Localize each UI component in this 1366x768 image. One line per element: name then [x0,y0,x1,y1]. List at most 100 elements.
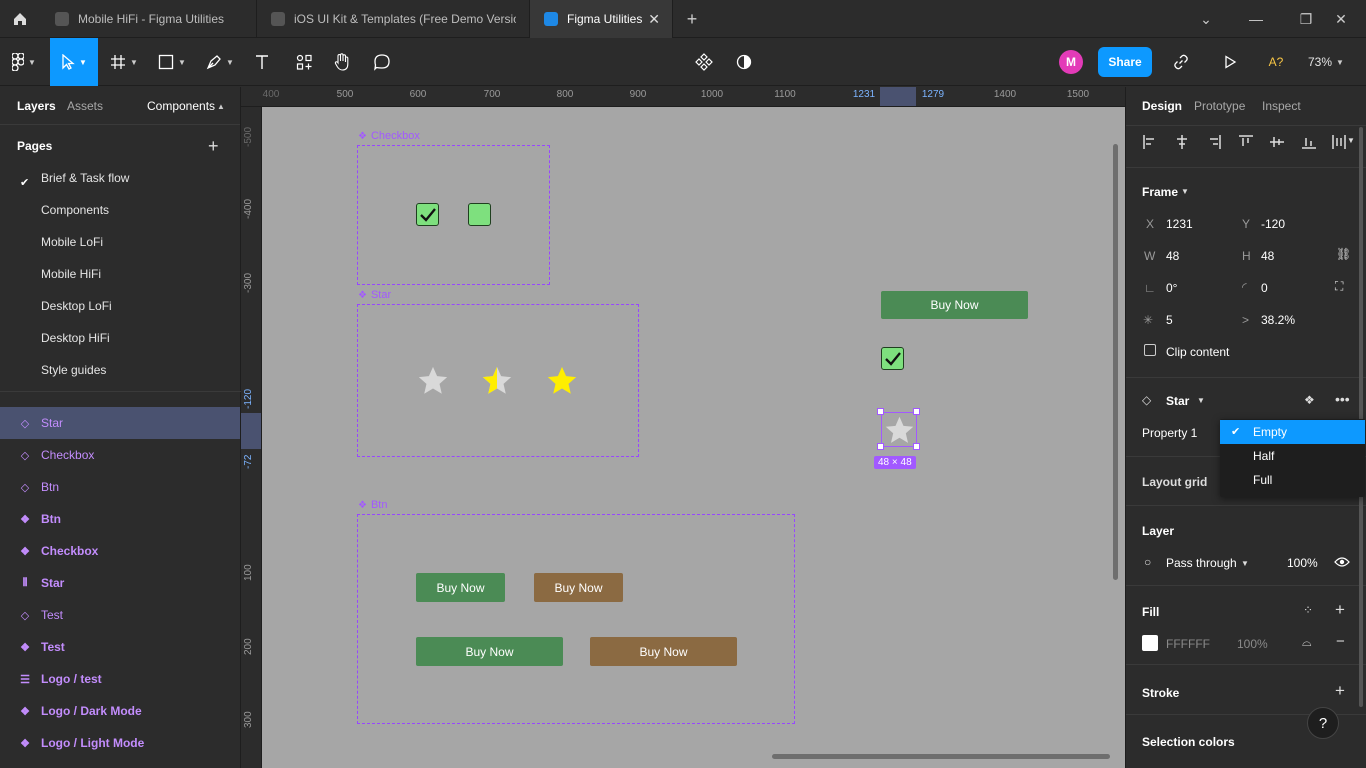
buy-now-button[interactable]: Buy Now [534,573,623,602]
checkbox-unchecked[interactable] [468,203,491,226]
pen-tool[interactable]: ▼ [198,38,242,86]
layer-item[interactable]: ❖ Logo / Light Mode [0,727,240,759]
minimize-button[interactable]: — [1231,0,1281,38]
selected-star-instance[interactable] [881,412,917,447]
align-center-horizontal-icon[interactable] [1174,134,1190,150]
constrain-proportions-icon[interactable]: ⛓ [1336,247,1351,261]
avatar[interactable]: M [1059,50,1083,74]
layer-item[interactable]: ◇ Star [0,407,240,439]
tab-design[interactable]: Design [1142,99,1182,113]
component-name[interactable]: Star [1166,394,1189,408]
mask-button[interactable] [730,38,758,86]
clip-content-checkbox[interactable] [1144,344,1156,356]
layer-item[interactable]: ❖ Test [0,631,240,663]
tab-figma-utilities[interactable]: Figma Utilities ✕ [530,0,673,38]
layer-item[interactable]: ☰ Logo / test [0,663,240,695]
tab-layers[interactable]: Layers [17,99,56,113]
layer-item[interactable]: ❖ Btn [0,503,240,535]
y-input[interactable]: -120 [1261,217,1285,231]
checkbox-component-set[interactable] [357,145,550,285]
canvas[interactable]: ❖ Checkbox ❖ Star ❖ Btn Buy Now Buy Now … [262,107,1125,768]
hand-tool[interactable] [328,38,356,86]
add-fill-button[interactable]: + [1335,600,1345,620]
align-bottom-icon[interactable] [1301,134,1317,150]
frame-tool[interactable]: ▼ [104,38,144,86]
home-button[interactable] [0,0,40,38]
tab-prototype[interactable]: Prototype [1194,99,1245,113]
blend-mode-select[interactable]: Pass through [1166,556,1237,570]
align-center-vertical-icon[interactable] [1269,134,1285,150]
align-top-icon[interactable] [1238,134,1254,150]
present-button[interactable] [1216,38,1244,86]
style-grid-icon[interactable]: ⁘ [1303,603,1313,617]
btn-component-set[interactable]: Buy Now Buy Now Buy Now Buy Now [357,514,795,724]
layer-opacity-input[interactable]: 100% [1287,556,1318,570]
share-button[interactable]: Share [1098,47,1152,77]
width-input[interactable]: 48 [1166,249,1179,263]
copy-link-button[interactable] [1167,38,1195,86]
align-right-icon[interactable] [1206,134,1222,150]
chevron-down-icon[interactable]: ▼ [1181,187,1189,196]
new-tab-button[interactable]: + [672,0,712,38]
layer-item[interactable]: ◇ Test [0,599,240,631]
dropdown-option-half[interactable]: Half [1220,444,1365,468]
chevron-down-icon[interactable]: ▼ [1347,136,1355,145]
more-icon[interactable]: ••• [1335,391,1350,407]
resize-handle[interactable] [877,443,884,450]
vertical-scrollbar[interactable] [1113,144,1118,580]
align-left-icon[interactable] [1142,134,1158,150]
resize-handle[interactable] [877,408,884,415]
comment-tool[interactable] [368,38,396,86]
star-component-set[interactable] [357,304,639,457]
eye-closed-icon[interactable]: ⌓ [1302,635,1312,650]
window-close-button[interactable]: ✕ [1316,0,1366,38]
buy-now-button[interactable]: Buy Now [590,637,737,666]
rotation-input[interactable]: 0° [1166,281,1177,295]
layer-item[interactable]: ❖ Logo / Dark Mode [0,695,240,727]
star-half-icon[interactable] [480,364,514,398]
right-panel-scrollbar[interactable] [1359,127,1363,707]
chevron-up-icon[interactable]: ▲ [217,102,225,111]
frame-label-checkbox[interactable]: ❖ Checkbox [358,130,420,142]
star-full-icon[interactable] [545,364,579,398]
tabs-menu-button[interactable]: ⌄ [1181,0,1231,38]
checkbox-checked[interactable] [416,203,439,226]
star-ratio-input[interactable]: 38.2% [1261,313,1295,327]
buy-now-button[interactable]: Buy Now [416,637,563,666]
frame-label-btn[interactable]: ❖ Btn [358,499,387,511]
layer-item[interactable]: ⦀ Star [0,567,240,599]
page-item[interactable]: Brief & Task flow [41,171,129,185]
corner-radius-input[interactable]: 0 [1261,281,1268,295]
layer-item[interactable]: ◇ Checkbox [0,439,240,471]
star-empty-icon[interactable] [416,364,450,398]
buy-now-button[interactable]: Buy Now [881,291,1028,319]
layer-item[interactable]: ❖ Checkbox [0,535,240,567]
page-item[interactable]: Mobile HiFi [41,267,101,281]
x-input[interactable]: 1231 [1166,217,1193,231]
distribute-icon[interactable] [1331,134,1347,150]
fill-color-swatch[interactable] [1142,635,1158,651]
help-button[interactable]: ? [1307,707,1339,739]
horizontal-scrollbar[interactable] [772,754,1110,759]
frame-label-star[interactable]: ❖ Star [358,289,391,301]
missing-fonts-button[interactable]: A? [1262,38,1290,86]
fill-hex-input[interactable]: FFFFFF [1166,637,1210,651]
tab-ios-ui-kit[interactable]: iOS UI Kit & Templates (Free Demo Versio… [257,0,530,38]
chevron-down-icon[interactable]: ▼ [1197,396,1205,405]
zoom-menu[interactable]: 73% ▼ [1308,38,1344,86]
main-menu-button[interactable]: ▼ [0,38,48,86]
star-points-input[interactable]: 5 [1166,313,1173,327]
chevron-down-icon[interactable]: ▼ [1241,559,1249,568]
shape-tool[interactable]: ▼ [152,38,192,86]
independent-corners-icon[interactable]: ⛶ [1335,279,1343,294]
resources-tool[interactable] [290,38,318,86]
page-item-current[interactable]: Components [41,203,109,217]
move-tool[interactable]: ▼ [50,38,98,86]
resize-handle[interactable] [913,408,920,415]
height-input[interactable]: 48 [1261,249,1274,263]
buy-now-button[interactable]: Buy Now [416,573,505,602]
frame-section-title[interactable]: Frame [1142,185,1178,199]
tab-mobile-hifi[interactable]: Mobile HiFi - Figma Utilities [41,0,257,38]
dropdown-option-empty[interactable]: ✔ Empty [1220,420,1365,444]
page-item[interactable]: Mobile LoFi [41,235,103,249]
